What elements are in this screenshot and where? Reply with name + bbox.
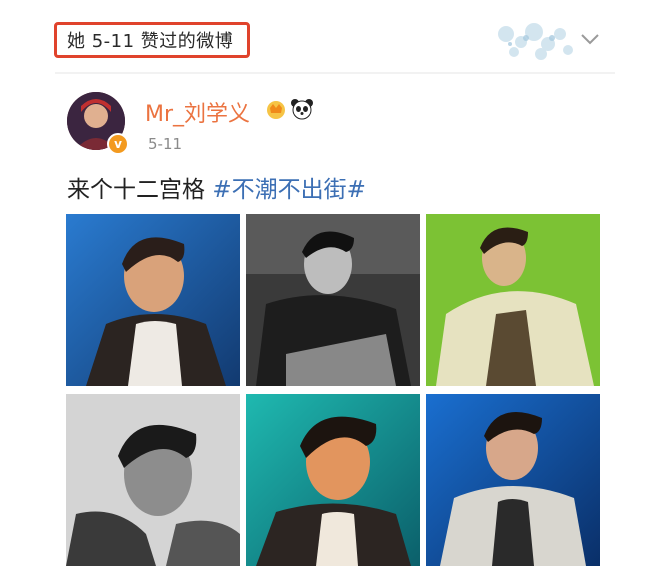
photo-4[interactable] — [66, 394, 240, 566]
photo-6[interactable] — [426, 394, 600, 566]
panda-badge-icon — [291, 99, 313, 120]
liked-by-label: 她 5-11 赞过的微博 — [67, 31, 234, 52]
hashtag-link[interactable]: #不潮不出街# — [212, 177, 366, 203]
post-text: 来个十二宫格 #不潮不出街# — [67, 170, 366, 204]
photo-5[interactable] — [246, 394, 420, 566]
chevron-down-icon[interactable] — [580, 32, 600, 46]
photo-3[interactable] — [426, 214, 600, 386]
decorative-pattern-icon — [498, 23, 573, 60]
divider — [55, 72, 615, 74]
liked-header: 她 5-11 赞过的微博 — [0, 0, 650, 72]
verified-icon: v — [107, 133, 129, 155]
liked-by-label-box: 她 5-11 赞过的微博 — [54, 22, 250, 58]
username[interactable]: Mr_刘学义 — [145, 96, 250, 128]
post-date: 5-11 — [148, 135, 183, 153]
photo-2[interactable] — [246, 214, 420, 386]
crown-badge-icon — [267, 101, 285, 119]
photo-1[interactable] — [66, 214, 240, 386]
post-body: 来个十二宫格 — [67, 177, 213, 203]
